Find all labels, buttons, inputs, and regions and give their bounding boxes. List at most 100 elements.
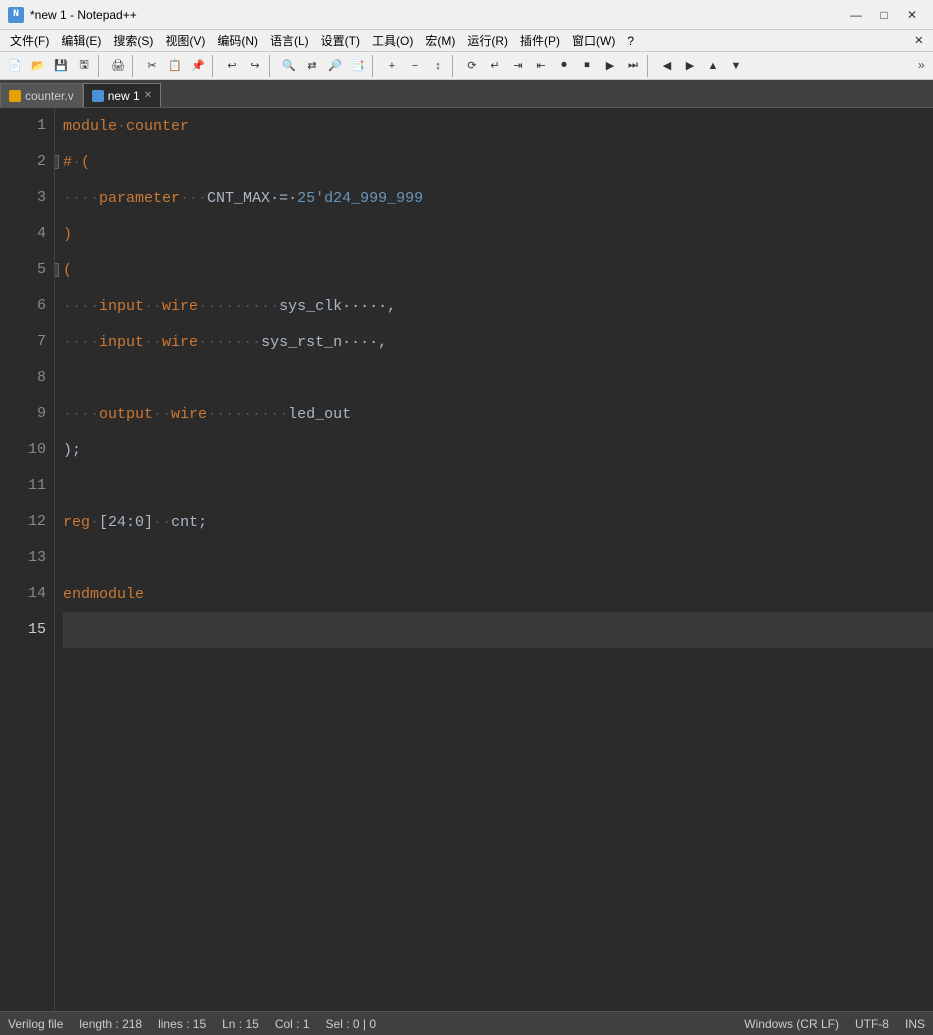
toolbar-down[interactable]: ▼ — [725, 55, 747, 77]
token: ·· — [144, 334, 162, 351]
fold-marker-5[interactable]: − — [55, 263, 59, 277]
code-line-13 — [63, 540, 933, 576]
tab-close-new1[interactable]: ✕ — [144, 90, 152, 101]
code-line-4: ) — [63, 216, 933, 252]
code-line-11 — [63, 468, 933, 504]
token: counter — [126, 118, 189, 135]
toolbar-findreplace[interactable]: ⇄ — [301, 55, 323, 77]
menu-lang[interactable]: 语言(L) — [264, 30, 315, 51]
toolbar-save[interactable]: 💾 — [50, 55, 72, 77]
token: ( — [81, 154, 90, 171]
toolbar-print[interactable]: 🖨 — [107, 55, 129, 77]
toolbar-open[interactable]: 📂 — [27, 55, 49, 77]
toolbar-sep7 — [647, 55, 653, 77]
token: ·=· — [270, 190, 297, 207]
title-text: *new 1 - Notepad++ — [30, 8, 137, 22]
toolbar-next[interactable]: ▶ — [679, 55, 701, 77]
token: wire — [162, 334, 198, 351]
tab-icon-counter — [9, 90, 21, 102]
toolbar-sync[interactable]: ⟳ — [461, 55, 483, 77]
menu-edit[interactable]: 编辑(E) — [55, 30, 107, 51]
toolbar-undo[interactable]: ↩ — [221, 55, 243, 77]
toolbar-findinfiles[interactable]: 📑 — [347, 55, 369, 77]
toolbar-record[interactable]: ⏺ — [553, 55, 575, 77]
token: ···· — [63, 406, 99, 423]
token: · — [90, 514, 99, 531]
toolbar-findall[interactable]: 🔎 — [324, 55, 346, 77]
menu-help[interactable]: ? — [621, 32, 640, 50]
tab-new1[interactable]: new 1 ✕ — [83, 83, 161, 107]
toolbar-indent[interactable]: ⇥ — [507, 55, 529, 77]
toolbar-copy[interactable]: 📋 — [164, 55, 186, 77]
toolbar-paste[interactable]: 📌 — [187, 55, 209, 77]
menu-window[interactable]: 窗口(W) — [566, 30, 621, 51]
line-numbers: 123456789101112131415 — [0, 108, 55, 1011]
token: ·····, — [342, 298, 396, 315]
menu-settings[interactable]: 设置(T) — [315, 30, 366, 51]
toolbar: 📄 📂 💾 🖫 🖨 ✂ 📋 📌 ↩ ↪ 🔍 ⇄ 🔎 📑 + − ↕ ⟳ ↵ ⇥ … — [0, 52, 933, 80]
code-line-7: ····input··wire·······sys_rst_n····, — [63, 324, 933, 360]
toolbar-zoomin[interactable]: + — [381, 55, 403, 77]
code-line-15 — [63, 612, 933, 648]
menu-search[interactable]: 搜索(S) — [107, 30, 159, 51]
code-line-14: endmodule — [63, 576, 933, 612]
toolbar-expand[interactable]: » — [914, 59, 929, 73]
token: · — [117, 118, 126, 135]
tab-counter[interactable]: counter.v — [0, 83, 83, 107]
toolbar-find[interactable]: 🔍 — [278, 55, 300, 77]
status-sel: Sel : 0 | 0 — [326, 1017, 376, 1031]
fold-marker-2[interactable]: − — [55, 155, 59, 169]
code-line-10: ); — [63, 432, 933, 468]
toolbar-indent2[interactable]: ⇤ — [530, 55, 552, 77]
toolbar-saveall[interactable]: 🖫 — [73, 55, 95, 77]
token: ·· — [144, 298, 162, 315]
menu-plugins[interactable]: 插件(P) — [514, 30, 566, 51]
menu-macro[interactable]: 宏(M) — [419, 30, 461, 51]
toolbar-up[interactable]: ▲ — [702, 55, 724, 77]
tab-icon-new1 — [92, 90, 104, 102]
line-number-1: 1 — [0, 108, 54, 144]
status-encoding: UTF-8 — [855, 1017, 889, 1031]
close-button[interactable]: ✕ — [899, 5, 925, 25]
token: CNT_MAX — [207, 190, 270, 207]
toolbar-playall[interactable]: ⏭ — [622, 55, 644, 77]
status-lineending: Windows (CR LF) — [744, 1017, 839, 1031]
line-number-10: 10 — [0, 432, 54, 468]
token: ···· — [63, 298, 99, 315]
code-area[interactable]: module·counter−#·(····parameter···CNT_MA… — [55, 108, 933, 1011]
menu-encode[interactable]: 编码(N) — [211, 30, 264, 51]
maximize-button[interactable]: □ — [871, 5, 897, 25]
line-number-14: 14 — [0, 576, 54, 612]
tabs-bar: counter.v new 1 ✕ — [0, 80, 933, 108]
token: cnt; — [171, 514, 207, 531]
menu-close-x[interactable]: ✕ — [909, 32, 929, 49]
status-filetype: Verilog file — [8, 1017, 63, 1031]
toolbar-play[interactable]: ▶ — [599, 55, 621, 77]
toolbar-zoomreset[interactable]: ↕ — [427, 55, 449, 77]
token: ····, — [342, 334, 387, 351]
toolbar-cut[interactable]: ✂ — [141, 55, 163, 77]
menu-file[interactable]: 文件(F) — [4, 30, 55, 51]
line-number-4: 4 — [0, 216, 54, 252]
toolbar-prev[interactable]: ◀ — [656, 55, 678, 77]
toolbar-redo[interactable]: ↪ — [244, 55, 266, 77]
minimize-button[interactable]: — — [843, 5, 869, 25]
toolbar-new[interactable]: 📄 — [4, 55, 26, 77]
editor-container[interactable]: 123456789101112131415 module·counter−#·(… — [0, 108, 933, 1011]
token: output — [99, 406, 153, 423]
token: sys_clk — [279, 298, 342, 315]
menu-run[interactable]: 运行(R) — [461, 30, 514, 51]
toolbar-wordwrap[interactable]: ↵ — [484, 55, 506, 77]
toolbar-sep6 — [452, 55, 458, 77]
token: ); — [63, 442, 81, 459]
token: ········· — [207, 406, 288, 423]
title-left: N *new 1 - Notepad++ — [8, 7, 137, 23]
line-number-5: 5 — [0, 252, 54, 288]
menu-view[interactable]: 视图(V) — [159, 30, 211, 51]
status-col: Col : 1 — [275, 1017, 310, 1031]
menu-tools[interactable]: 工具(O) — [366, 30, 419, 51]
line-number-11: 11 — [0, 468, 54, 504]
token: # — [63, 154, 72, 171]
toolbar-stop[interactable]: ⏹ — [576, 55, 598, 77]
toolbar-zoomout[interactable]: − — [404, 55, 426, 77]
